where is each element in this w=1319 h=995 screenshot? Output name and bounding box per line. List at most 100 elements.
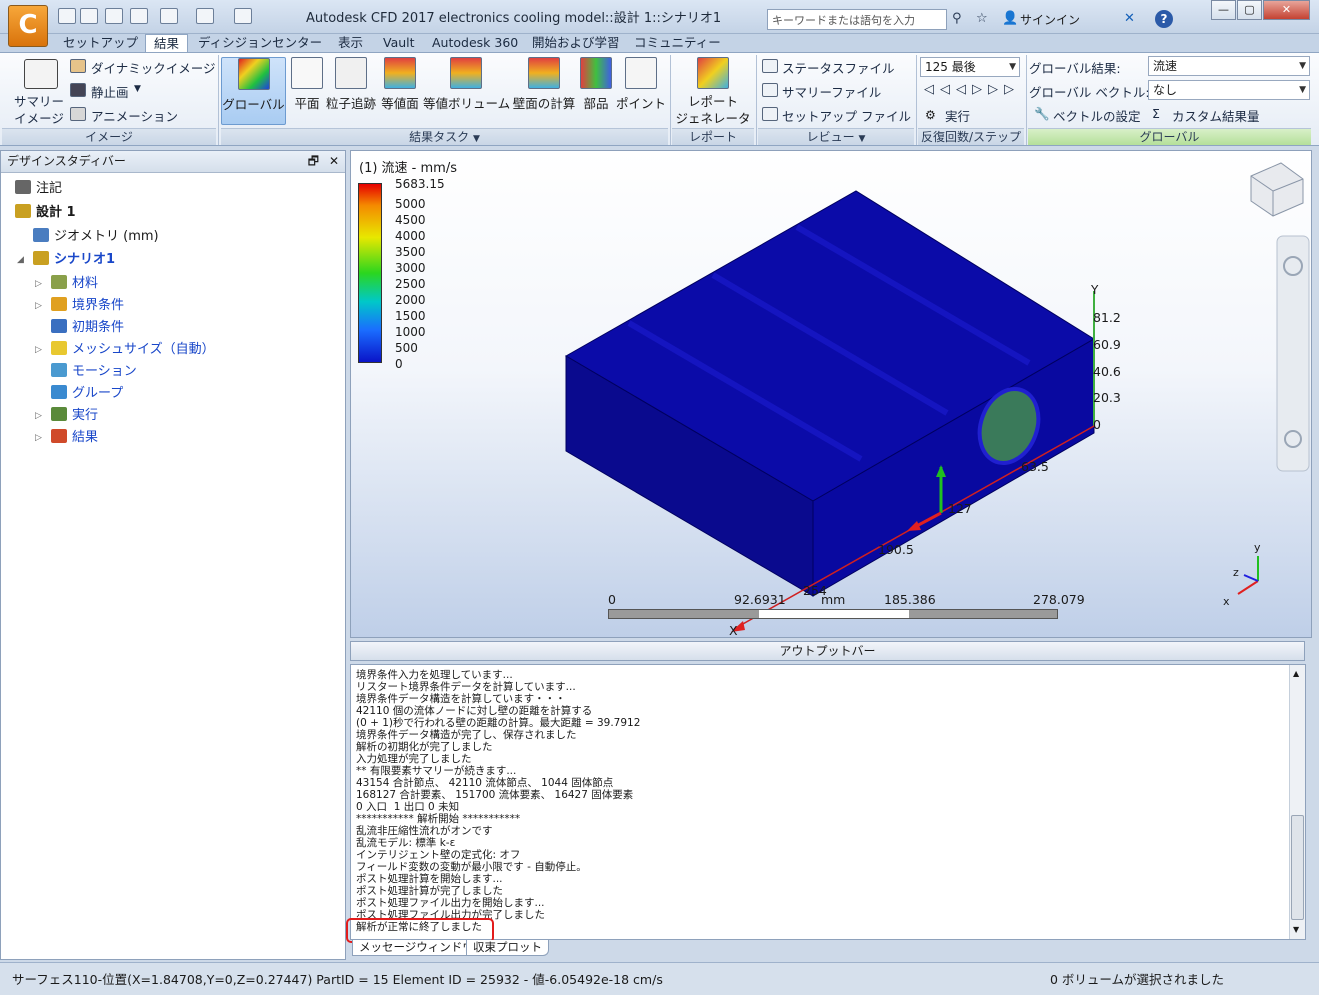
close-button[interactable]: ✕ [1263,0,1310,20]
output-scrollbar[interactable]: ▲ ▼ [1289,665,1305,939]
scroll-thumb[interactable] [1291,815,1304,920]
point-button[interactable]: ポイント [615,57,667,125]
status-selection: 0 ボリュームが選択されました [1050,972,1225,987]
tree-item[interactable]: グループ [51,384,123,404]
dynamic-image-button[interactable]: ダイナミックイメージ [91,58,216,77]
tree-item[interactable]: 設計 1 [15,203,76,223]
setup-file-button[interactable]: セットアップ ファイル [782,106,911,125]
global-result-select[interactable]: 流速 ▼ [1148,56,1310,76]
summary-image-button[interactable]: サマリー イメージ [14,93,64,127]
model-view[interactable] [351,151,1312,638]
shape-icon[interactable] [196,8,214,24]
tab-community[interactable]: コミュニティー [626,34,729,52]
animation-button[interactable]: アニメーション [91,106,178,125]
review-dropdown-icon: ▼ [858,134,866,144]
camera-icon[interactable] [24,59,58,89]
close-icon[interactable]: ✕ [329,151,339,172]
save-all-icon[interactable] [130,8,148,24]
tab-convergence-plot[interactable]: 収束プロット [466,940,549,956]
status-file-button[interactable]: ステータスファイル [782,58,895,77]
tree-expander-icon[interactable]: ▷ [35,301,42,311]
tree-item[interactable]: ジオメトリ (mm) [33,227,159,247]
tab-message-window[interactable]: メッセージウィンドウ [352,940,481,956]
tree-item-icon [15,180,31,194]
iteration-select[interactable]: 125 最後 ▼ [920,57,1020,77]
plane-task-button[interactable]: 平面 [290,57,324,125]
parts-button[interactable]: 部品 [579,57,613,125]
still-image-dropdown-icon[interactable]: ▼ [134,84,141,94]
custom-quantity-button[interactable]: カスタム結果量 [1172,106,1260,125]
scale-bar [608,609,1058,619]
star-icon[interactable]: ☆ [976,11,988,26]
corner-x-line [1237,580,1259,595]
maximize-button[interactable]: ▢ [1237,0,1262,20]
tab-decision-center[interactable]: ディシジョンセンター [190,34,330,52]
tree-expander-icon[interactable]: ▷ [35,345,42,355]
tree-item[interactable]: モーション [51,362,137,382]
global-vector-select[interactable]: なし ▼ [1148,80,1310,100]
search-input[interactable]: キーワードまたは語句を入力 [767,9,947,30]
still-image-button[interactable]: 静止画 [91,82,129,101]
x-axis-label-3: 190.5 [878,542,914,557]
minimize-button[interactable]: — [1211,0,1236,20]
tab-autodesk360[interactable]: Autodesk 360 [424,34,526,52]
help-icon[interactable]: ? [1155,10,1173,28]
tree-item-icon [51,385,67,399]
isosurface-button[interactable]: 等値面 [380,57,420,125]
tree-expander-icon[interactable]: ▷ [35,433,42,443]
step-navigation[interactable]: ◁◁◁▷▷▷ [924,82,1020,97]
graphics-viewport[interactable]: (1) 流速 - mm/s 5683.15 5000 4500 4000 3500 300… [350,150,1312,638]
display-icon[interactable] [234,8,252,24]
select-icon[interactable] [160,8,178,24]
output-bar[interactable]: アウトプットバー [350,641,1305,661]
binoculars-icon[interactable]: ⚲ [952,11,962,26]
tree-item[interactable]: 実行 [51,406,98,426]
review-panel-title[interactable]: レビュー ▼ [758,128,914,145]
tab-vault[interactable]: Vault [375,34,423,52]
tree-item-label: 境界条件 [72,298,125,313]
tree-item[interactable]: 材料 [51,274,98,294]
particle-trace-button[interactable]: 粒子追跡 [326,57,376,125]
particle-trace-icon [335,57,367,89]
tree-expander-icon[interactable]: ▷ [35,411,42,421]
report-panel-title: レポート [672,128,754,145]
save-icon[interactable] [105,8,123,24]
corner-z-label: z [1233,566,1239,579]
pin-icon[interactable]: 🗗 [308,151,319,172]
tree-item[interactable]: シナリオ1 [33,250,115,270]
isovolume-button[interactable]: 等値ボリューム [423,57,510,125]
global-task-button[interactable]: グローバル [221,57,286,125]
new-file-icon[interactable] [58,8,76,24]
tree-item[interactable]: 初期条件 [51,318,124,338]
x-axis-label-1: 63.5 [1021,459,1049,474]
tree-item-label: 注記 [36,181,63,196]
tab-learning[interactable]: 開始および学習 [524,34,628,52]
y-axis-tick-label: 0 [1093,417,1101,432]
tab-results[interactable]: 結果 [145,34,189,52]
global-icon [237,58,270,90]
tree-item[interactable]: 境界条件 [51,296,124,316]
report-generator-button[interactable]: レポート ジェネレータ [674,57,752,126]
tab-setup[interactable]: セットアップ [55,34,146,52]
log-line: 42110 個の流体ノードに対し壁の距離を計算する [356,705,593,717]
application-menu-button[interactable]: C [8,5,48,47]
scroll-down-icon[interactable]: ▼ [1293,925,1299,934]
tree-item[interactable]: メッシュサイズ（自動） [51,340,215,360]
tree-expander-icon[interactable]: ▷ [35,279,42,289]
signin-button[interactable]: サインイン [1020,11,1080,28]
scroll-up-icon[interactable]: ▲ [1293,669,1299,678]
exchange-icon[interactable]: ✕ [1124,11,1135,26]
open-file-icon[interactable] [80,8,98,24]
message-window[interactable]: 境界条件入力を処理しています... リスタート境界条件データを計算しています...… [350,664,1306,940]
run-button[interactable]: 実行 [945,106,970,125]
review-panel-label: レビュー [806,130,855,144]
summary-file-button[interactable]: サマリーファイル [782,82,881,101]
task-panel-title[interactable]: 結果タスク ▼ [221,128,668,145]
vector-settings-button[interactable]: ベクトルの設定 [1053,106,1141,125]
tab-view[interactable]: 表示 [330,34,371,52]
tree-expander-icon[interactable]: ◢ [17,255,24,265]
tree-item[interactable]: 結果 [51,428,98,448]
tree-item-icon [51,363,67,377]
tree-item[interactable]: 注記 [15,179,62,199]
wall-calc-button[interactable]: 壁面の計算 [512,57,576,125]
